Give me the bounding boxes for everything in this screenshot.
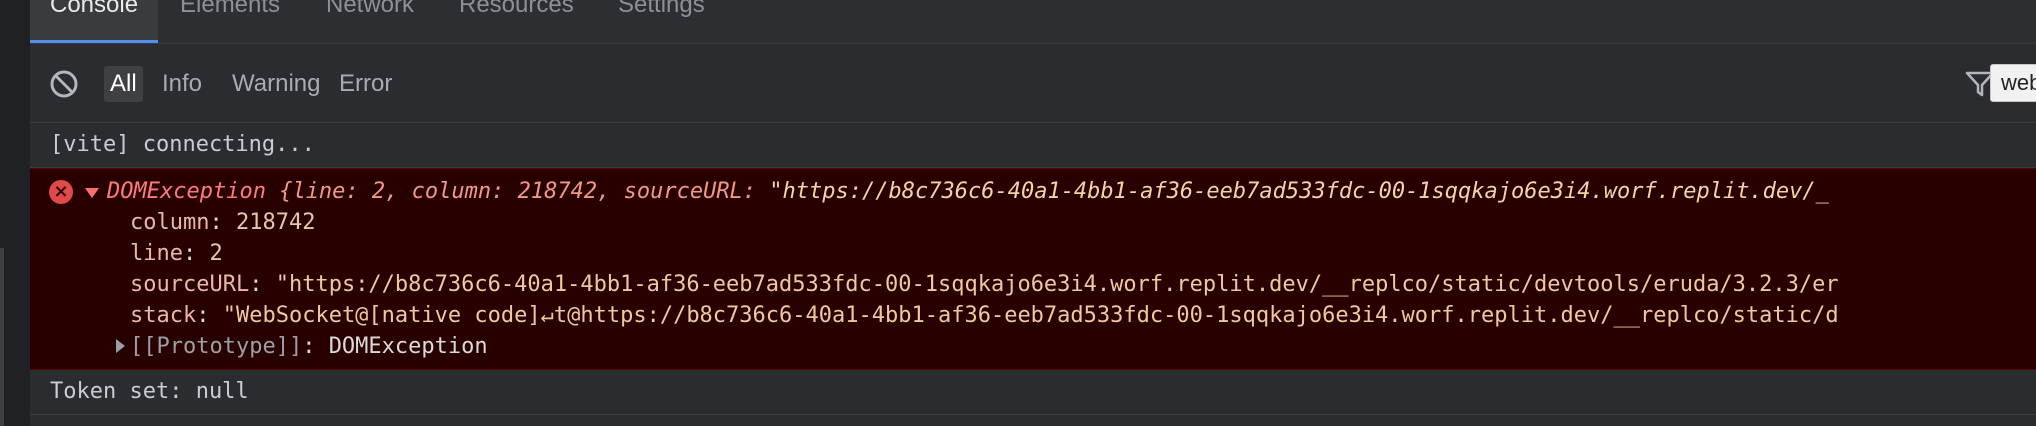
- exception-summary: DOMException {line: 2, column: 218742, s…: [107, 176, 1829, 207]
- exception-name: DOMException: [107, 179, 266, 204]
- property-stack: stack: "WebSocket@[native code]↵t@https:…: [130, 303, 1839, 328]
- prop-key: [[Prototype]]: [130, 334, 303, 359]
- filter-warning[interactable]: Warning: [226, 66, 326, 102]
- expand-arrow-icon[interactable]: [85, 188, 99, 198]
- tab-elements[interactable]: Elements: [180, 0, 280, 43]
- prop-key: stack: [130, 303, 197, 328]
- clear-icon[interactable]: [49, 69, 79, 99]
- filter-error[interactable]: Error: [333, 66, 398, 102]
- tooltip: webview: [1990, 64, 2036, 102]
- preview-column: 218742: [517, 179, 598, 204]
- tab-bar: Console Elements Network Resources Setti…: [30, 0, 2036, 44]
- preview-sep1: , column:: [385, 179, 518, 204]
- prop-key: sourceURL: [130, 272, 250, 297]
- property-sourceurl: sourceURL: "https://b8c736c6-40a1-4bb1-a…: [130, 272, 1839, 297]
- property-line: line: 2: [130, 241, 223, 266]
- log-line: Token set: null: [30, 370, 2036, 415]
- collapsed-arrow-icon[interactable]: [116, 339, 125, 353]
- console-toolbar: All Info Warning Error webview: [30, 44, 2036, 123]
- property-prototype[interactable]: [[Prototype]]: DOMException: [30, 331, 2036, 362]
- preview-url: "https://b8c736c6-40a1-4bb1-af36-eeb7ad5…: [769, 179, 1829, 204]
- tab-console[interactable]: Console: [30, 0, 159, 43]
- console-output: [vite] connecting... × DOMException {lin…: [30, 123, 2036, 415]
- prop-value: DOMException: [328, 334, 488, 359]
- tab-settings[interactable]: Settings: [618, 0, 705, 43]
- prop-key: column: [130, 210, 210, 235]
- tab-resources[interactable]: Resources: [459, 0, 574, 43]
- property-column: column: 218742: [130, 210, 316, 235]
- left-edge-strip: [0, 0, 31, 426]
- prop-value: 218742: [235, 210, 316, 235]
- error-header-row[interactable]: × DOMException {line: 2, column: 218742,…: [30, 176, 2036, 207]
- tab-network[interactable]: Network: [326, 0, 414, 43]
- filter-info[interactable]: Info: [156, 66, 208, 102]
- prop-value: 2: [209, 241, 223, 266]
- prop-key: line: [130, 241, 183, 266]
- error-icon: ×: [49, 180, 73, 204]
- filter-all[interactable]: All: [104, 66, 143, 102]
- preview-open: {line:: [265, 179, 372, 204]
- prop-value: "WebSocket@[native code]↵t@https://b8c73…: [222, 303, 1839, 328]
- preview-line: 2: [371, 179, 386, 204]
- log-line: [vite] connecting...: [30, 123, 2036, 168]
- devtools-panel: Console Elements Network Resources Setti…: [30, 0, 2036, 426]
- prop-value: "https://b8c736c6-40a1-4bb1-af36-eeb7ad5…: [275, 272, 1839, 297]
- scroll-marker: [0, 248, 4, 426]
- preview-sep2: , sourceURL:: [597, 179, 770, 204]
- error-message: × DOMException {line: 2, column: 218742,…: [30, 168, 2036, 370]
